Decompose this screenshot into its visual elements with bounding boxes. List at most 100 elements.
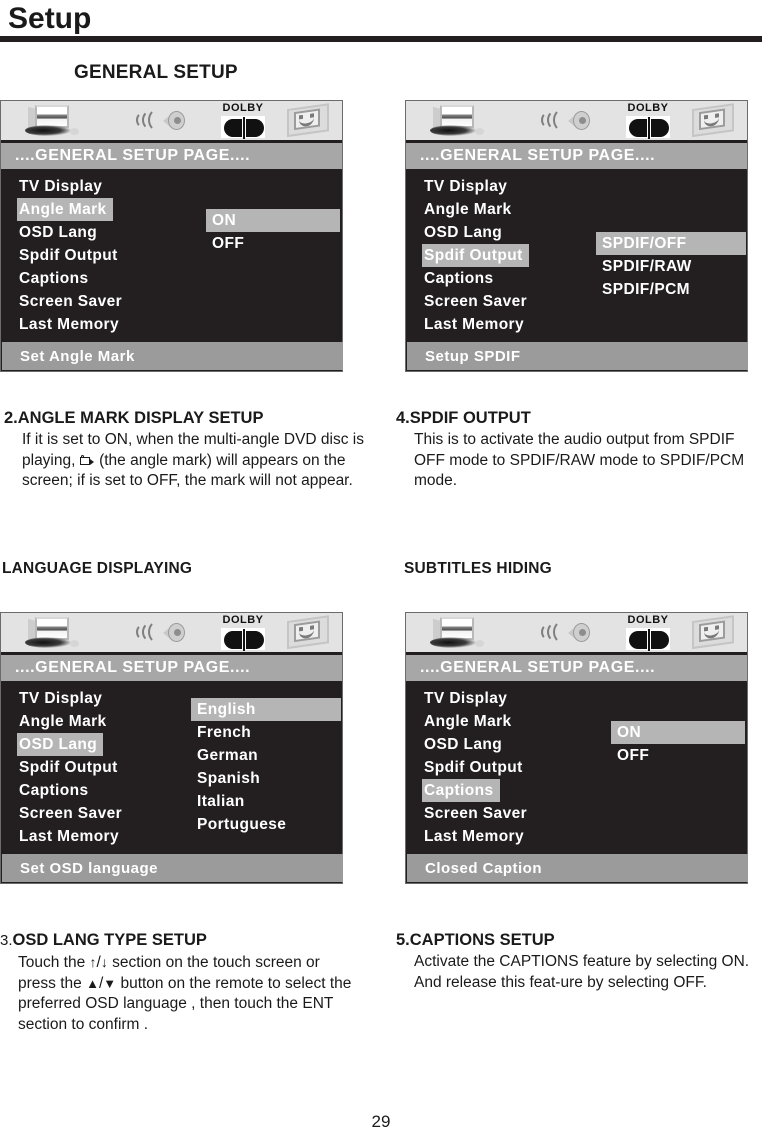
menu-item-angle-mark[interactable]: Angle Mark [422,198,518,221]
menu-item-screen-saver[interactable]: Screen Saver [17,290,128,313]
section-2-title: 2.ANGLE MARK DISPLAY SETUP [4,409,264,427]
osd-option-list: SPDIF/OFF SPDIF/RAW SPDIF/PCM [596,232,746,301]
dolby-wordmark: DOLBY [627,613,669,626]
menu-item-last-memory[interactable]: Last Memory [422,825,530,848]
menu-item-osd-lang[interactable]: OSD Lang [422,733,508,756]
osd-page-bar: ....GENERAL SETUP PAGE.... [1,143,342,169]
dolby-wordmark: DOLBY [222,613,264,626]
osd-option-list: English French German Spanish Italian Po… [191,698,341,836]
option-on[interactable]: ON [206,209,340,232]
menu-item-angle-mark[interactable]: Angle Mark [17,198,113,221]
osd-panel-spdif: DOLBY ....GENERAL SETUP PAGE.... TV Disp… [405,100,748,372]
option-on[interactable]: ON [611,721,745,744]
section-2-body: If it is set to ON, when the multi-angle… [22,431,364,489]
arrow-down-icon: ↓ [100,954,108,970]
osd-status-bar: Set OSD language [2,854,343,882]
sub-picture-icon [684,612,746,654]
sub-picture-icon [684,100,746,142]
option-spdif-off[interactable]: SPDIF/OFF [596,232,746,255]
section-5-title: 5.CAPTIONS SETUP [396,931,555,949]
osd-panel-captions: DOLBY ....GENERAL SETUP PAGE.... TV Disp… [405,612,748,884]
menu-item-last-memory[interactable]: Last Memory [17,313,125,336]
speaker-icon [524,100,612,142]
section-4-number: 4. [396,409,410,427]
osd-icon-bar: DOLBY [406,613,747,655]
section-captions-setup: 5.CAPTIONS SETUP Activate the CAPTIONS f… [396,930,756,993]
option-off[interactable]: OFF [611,744,745,767]
dolby-digital-icon: DOLBY [207,612,279,654]
option-spdif-raw[interactable]: SPDIF/RAW [596,255,746,278]
menu-item-tv-display[interactable]: TV Display [422,175,513,198]
speaker-icon [119,100,207,142]
section-2-number: 2. [4,409,18,427]
osd-status-bar: Closed Caption [407,854,748,882]
menu-item-osd-lang[interactable]: OSD Lang [17,733,104,756]
dolby-wordmark: DOLBY [222,101,264,114]
osd-icon-bar: DOLBY [406,101,747,143]
section-angle-mark-display-setup: 2.ANGLE MARK DISPLAY SETUP If it is set … [4,408,364,492]
menu-item-screen-saver[interactable]: Screen Saver [422,802,533,825]
menu-item-spdif-output[interactable]: Spdif Output [422,756,529,779]
menu-item-osd-lang[interactable]: OSD Lang [17,221,103,244]
option-german[interactable]: German [191,744,341,767]
menu-item-screen-saver[interactable]: Screen Saver [422,290,533,313]
option-spanish[interactable]: Spanish [191,767,341,790]
menu-item-tv-display[interactable]: TV Display [422,687,513,710]
speaker-icon [524,612,612,654]
osd-page-bar: ....GENERAL SETUP PAGE.... [1,655,342,681]
arrow-up-icon: ↑ [89,954,97,970]
heading-general-setup: GENERAL SETUP [74,62,238,83]
tv-monitor-icon [1,612,119,654]
option-italian[interactable]: Italian [191,790,341,813]
tv-monitor-icon [406,100,524,142]
menu-item-captions[interactable]: Captions [422,779,500,802]
arrow-up-triangle-icon: ▲ [86,975,99,991]
dolby-digital-icon: DOLBY [612,612,684,654]
option-spdif-pcm[interactable]: SPDIF/PCM [596,278,746,301]
osd-menu-list: TV Display Angle Mark OSD Lang Spdif Out… [17,687,192,848]
manual-page: Setup GENERAL SETUP LANGUAGE DISPLAYING … [0,0,762,1134]
tv-monitor-icon [406,612,524,654]
menu-item-screen-saver[interactable]: Screen Saver [17,802,128,825]
option-off[interactable]: OFF [206,232,340,255]
heading-subtitles-hiding: SUBTITLES HIDING [404,560,552,577]
menu-item-spdif-output[interactable]: Spdif Output [17,244,124,267]
menu-item-tv-display[interactable]: TV Display [17,175,108,198]
menu-item-osd-lang[interactable]: OSD Lang [422,221,508,244]
section-3-number: 3. [0,932,13,949]
heading-language-displaying: LANGUAGE DISPLAYING [2,560,193,577]
menu-item-captions[interactable]: Captions [422,267,500,290]
section-5-body: Activate the CAPTIONS feature by selecti… [414,953,750,991]
menu-item-captions[interactable]: Captions [17,779,95,802]
option-portuguese[interactable]: Portuguese [191,813,341,836]
title-divider [0,36,762,42]
option-french[interactable]: French [191,721,341,744]
osd-menu-list: TV Display Angle Mark OSD Lang Spdif Out… [422,687,597,848]
osd-icon-bar: DOLBY [1,101,342,143]
osd-status-bar: Set Angle Mark [2,342,343,370]
menu-item-captions[interactable]: Captions [17,267,95,290]
sub-picture-icon [279,100,341,142]
osd-status-bar: Setup SPDIF [407,342,748,370]
speaker-icon [119,612,207,654]
menu-item-last-memory[interactable]: Last Memory [17,825,125,848]
osd-icon-bar: DOLBY [1,613,342,655]
menu-item-angle-mark[interactable]: Angle Mark [17,710,113,733]
menu-item-spdif-output[interactable]: Spdif Output [17,756,124,779]
section-osd-lang-type-setup: 3.OSD LANG TYPE SETUP Touch the ↑/↓ sect… [0,930,360,1035]
section-spdif-output: 4.SPDIF OUTPUT This is to activate the a… [396,408,762,492]
osd-page-bar: ....GENERAL SETUP PAGE.... [406,143,747,169]
dolby-digital-icon: DOLBY [612,100,684,142]
section-3-body: Touch the ↑/↓ section on the touch scree… [18,954,352,1033]
osd-panel-osd-lang: DOLBY ....GENERAL SETUP PAGE.... TV Disp… [0,612,343,884]
dolby-digital-icon: DOLBY [207,100,279,142]
option-english[interactable]: English [191,698,341,721]
osd-page-bar: ....GENERAL SETUP PAGE.... [406,655,747,681]
tv-monitor-icon [1,100,119,142]
menu-item-tv-display[interactable]: TV Display [17,687,108,710]
menu-item-spdif-output[interactable]: Spdif Output [422,244,529,267]
menu-item-last-memory[interactable]: Last Memory [422,313,530,336]
menu-item-angle-mark[interactable]: Angle Mark [422,710,518,733]
arrow-down-triangle-icon: ▼ [103,975,117,991]
section-4-title: 4.SPDIF OUTPUT [396,409,531,427]
